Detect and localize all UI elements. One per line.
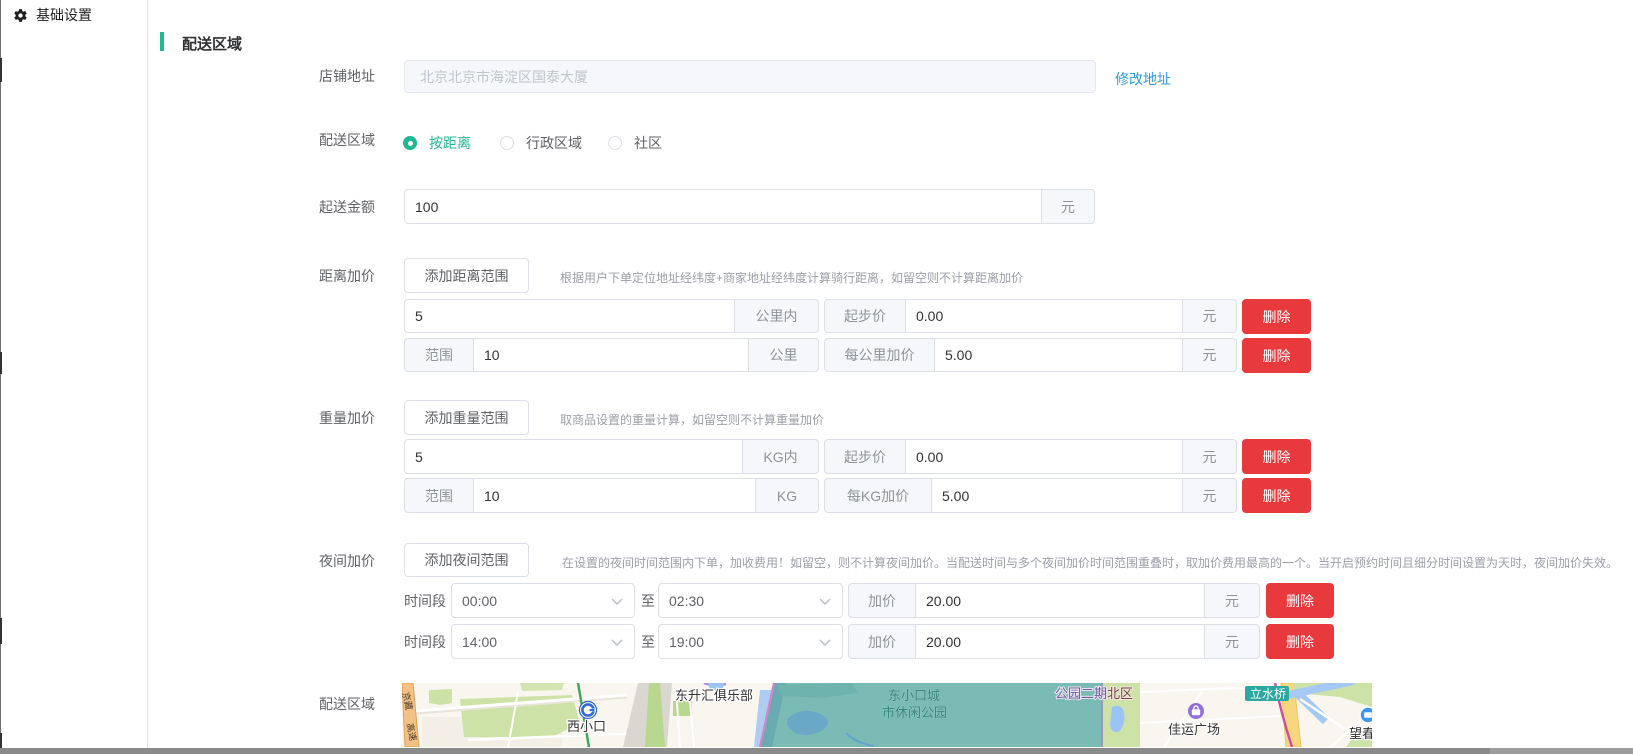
svg-text:立水桥: 立水桥 [1250, 686, 1286, 701]
svg-text:西小口: 西小口 [567, 719, 606, 734]
svg-text:北区: 北区 [1107, 686, 1133, 701]
svg-text:东升汇俱乐部: 东升汇俱乐部 [675, 688, 753, 703]
svg-text:市休闲公园: 市休闲公园 [882, 705, 947, 720]
svg-text:佳运广场: 佳运广场 [1168, 722, 1220, 737]
svg-text:公园二期: 公园二期 [1055, 686, 1107, 701]
svg-text:望春: 望春 [1349, 726, 1372, 741]
svg-text:东小口城: 东小口城 [888, 688, 940, 703]
